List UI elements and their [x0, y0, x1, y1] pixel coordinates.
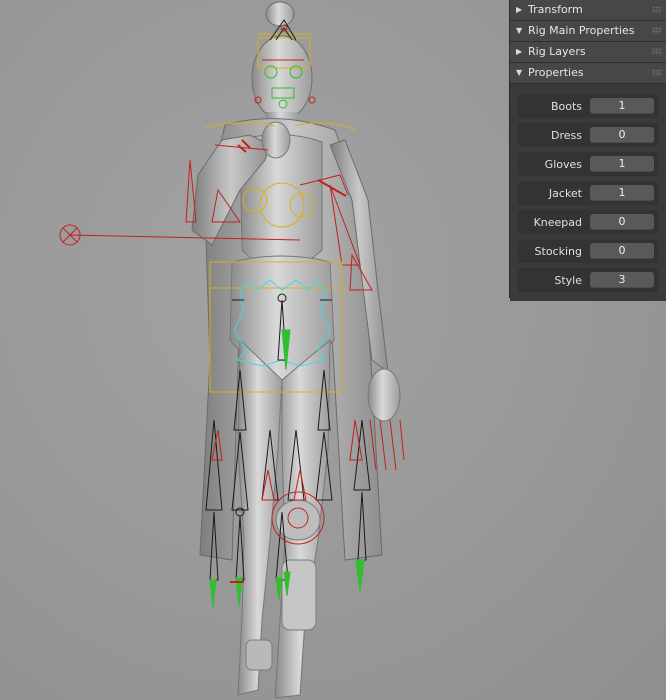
properties-panel-body: Boots 1 Dress 0 Gloves 1 Jacket 1 Kneepa… — [510, 84, 666, 301]
3d-viewport[interactable]: ▶ Transform ▼ Rig Main Properties ▶ Rig … — [0, 0, 666, 700]
dress-value-field[interactable]: 0 — [590, 127, 654, 143]
sidebar-panel: ▶ Transform ▼ Rig Main Properties ▶ Rig … — [509, 0, 666, 301]
property-row-dress: Dress 0 — [518, 123, 658, 147]
panel-header-label: Properties — [528, 66, 584, 79]
panel-header-rig-main-properties[interactable]: ▼ Rig Main Properties — [510, 21, 666, 42]
property-label: Style — [554, 273, 582, 287]
property-row-stocking: Stocking 0 — [518, 239, 658, 263]
property-label: Boots — [550, 99, 582, 113]
triangle-down-icon: ▼ — [516, 68, 523, 77]
property-row-kneepad: Kneepad 0 — [518, 210, 658, 234]
jacket-value-field[interactable]: 1 — [590, 185, 654, 201]
boots-value-field[interactable]: 1 — [590, 98, 654, 114]
property-label: Dress — [551, 128, 582, 142]
property-row-gloves: Gloves 1 — [518, 152, 658, 176]
panel-header-transform[interactable]: ▶ Transform — [510, 0, 666, 21]
drag-grip-icon[interactable] — [652, 69, 662, 76]
triangle-right-icon: ▶ — [516, 47, 523, 56]
drag-grip-icon[interactable] — [652, 6, 662, 13]
property-row-jacket: Jacket 1 — [518, 181, 658, 205]
panel-header-properties[interactable]: ▼ Properties — [510, 63, 666, 84]
stocking-value-field[interactable]: 0 — [590, 243, 654, 259]
character-mesh[interactable] — [191, 1, 401, 699]
panel-header-rig-layers[interactable]: ▶ Rig Layers — [510, 42, 666, 63]
style-value-field[interactable]: 3 — [590, 272, 654, 288]
property-label: Stocking — [534, 244, 582, 258]
property-label: Gloves — [544, 157, 582, 171]
drag-grip-icon[interactable] — [652, 27, 662, 34]
gloves-value-field[interactable]: 1 — [590, 156, 654, 172]
panel-header-label: Transform — [528, 3, 583, 16]
kneepad-value-field[interactable]: 0 — [590, 214, 654, 230]
property-label: Jacket — [548, 186, 582, 200]
property-label: Kneepad — [533, 215, 582, 229]
property-row-style: Style 3 — [518, 268, 658, 292]
drag-grip-icon[interactable] — [652, 48, 662, 55]
triangle-right-icon: ▶ — [516, 5, 523, 14]
panel-header-label: Rig Layers — [528, 45, 586, 58]
property-row-boots: Boots 1 — [518, 94, 658, 118]
panel-header-label: Rig Main Properties — [528, 24, 635, 37]
triangle-down-icon: ▼ — [516, 26, 523, 35]
